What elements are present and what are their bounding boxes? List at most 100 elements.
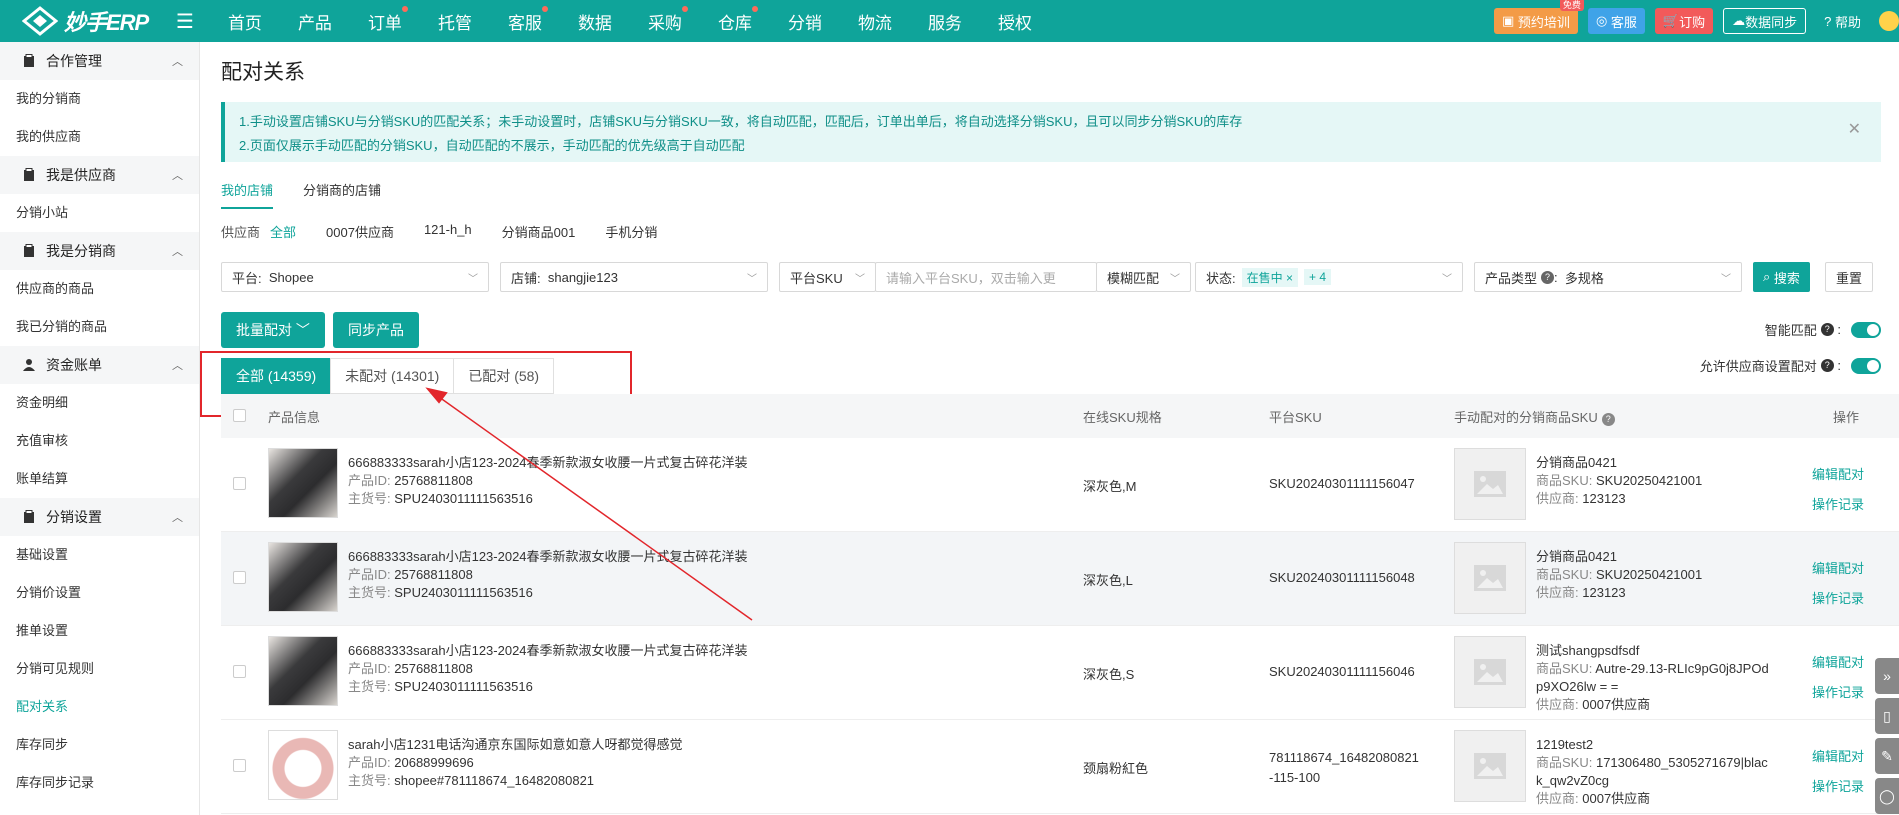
sidebar-item-my-suppliers[interactable]: 我的供应商: [16, 118, 108, 156]
training-button[interactable]: ▣ 预约培训 免费: [1494, 0, 1584, 34]
nav-home[interactable]: 首页: [228, 9, 262, 34]
product-thumbnail[interactable]: [268, 448, 338, 518]
tab-distributor-stores[interactable]: 分销商的店铺: [303, 180, 381, 209]
edit-pair-link[interactable]: 编辑配对: [1812, 554, 1864, 584]
nav-order[interactable]: 订单: [368, 5, 408, 34]
sidebar-item-bill-settlement[interactable]: 账单结算: [16, 460, 108, 498]
supplier-option-all[interactable]: 全部: [270, 222, 296, 241]
supplier-option[interactable]: 0007供应商: [326, 222, 394, 241]
batch-pair-label: 批量配对: [236, 322, 292, 338]
nav-data[interactable]: 数据: [578, 9, 612, 34]
sidebar-item-basic-settings[interactable]: 基础设置: [16, 536, 108, 574]
sidebar-item-fund-details[interactable]: 资金明细: [16, 384, 108, 422]
sidebar-section-cooperation[interactable]: 合作管理 ︿: [0, 42, 199, 80]
sidebar-section-funds[interactable]: 资金账单 ︿: [0, 346, 199, 384]
status-more-tag: + 4: [1304, 269, 1332, 285]
row-checkbox[interactable]: [233, 571, 246, 584]
main-sku-label: 主货号:: [348, 491, 391, 506]
operation-log-link[interactable]: 操作记录: [1812, 490, 1864, 520]
customer-service-button[interactable]: ◎ 客服: [1587, 8, 1645, 34]
hamburger-menu-icon[interactable]: ☰: [176, 9, 194, 34]
row-checkbox[interactable]: [233, 665, 246, 678]
edit-pair-link[interactable]: 编辑配对: [1812, 648, 1864, 678]
row-checkbox[interactable]: [233, 759, 246, 772]
nav-customer-service[interactable]: 客服: [508, 5, 548, 34]
sync-products-button[interactable]: 同步产品: [333, 312, 419, 348]
operation-log-link[interactable]: 操作记录: [1812, 678, 1864, 708]
operation-log-link[interactable]: 操作记录: [1812, 584, 1864, 614]
edit-pair-link[interactable]: 编辑配对: [1812, 460, 1864, 490]
supplier-option[interactable]: 121-h_h: [424, 222, 472, 241]
supplier-option[interactable]: 分销商品001: [502, 222, 576, 241]
nav-hosting[interactable]: 托管: [438, 9, 472, 34]
product-thumbnail[interactable]: [268, 730, 338, 800]
edit-pair-link[interactable]: 编辑配对: [1812, 742, 1864, 772]
supplier-option[interactable]: 手机分销: [605, 222, 657, 241]
col-actions: 操作: [1833, 409, 1860, 425]
notice-line-2: 2.页面仅展示手动匹配的分销SKU，自动匹配的不展示，手动匹配的优先级高于自动匹…: [239, 138, 745, 153]
product-type-select[interactable]: 产品类型?: 多规格 ﹀: [1474, 262, 1742, 292]
collapse-icon[interactable]: »: [1875, 658, 1899, 694]
sidebar-section-supplier[interactable]: 我是供应商 ︿: [0, 156, 199, 194]
sidebar-section-distributor[interactable]: 我是分销商 ︿: [0, 232, 199, 270]
sidebar-item-visibility-rules[interactable]: 分销可见规则: [16, 650, 108, 688]
product-thumbnail[interactable]: [268, 636, 338, 706]
product-id-label: 产品ID:: [348, 661, 391, 676]
nav-purchase[interactable]: 采购: [648, 5, 688, 34]
product-name[interactable]: sarah小店1231电话沟通京东国际如意如意人呀都觉得感觉: [348, 736, 682, 754]
sidebar-item-my-distributors[interactable]: 我的分销商: [16, 80, 108, 118]
store-select[interactable]: 店铺: shangjie123 ﹀: [500, 262, 768, 292]
batch-pair-button[interactable]: 批量配对 ﹀: [221, 312, 325, 348]
product-thumbnail[interactable]: [268, 542, 338, 612]
nav-product[interactable]: 产品: [298, 9, 332, 34]
smart-match-toggle[interactable]: [1851, 321, 1881, 338]
feedback-icon[interactable]: ✎: [1875, 738, 1899, 774]
sku-spec: 颈扇粉紅色: [1083, 761, 1149, 776]
sidebar-item-my-distributed-products[interactable]: 我已分销的商品: [16, 308, 196, 346]
tab-my-stores[interactable]: 我的店铺: [221, 180, 274, 209]
match-mode-select[interactable]: 模糊匹配 ﹀: [1096, 262, 1191, 292]
product-name[interactable]: 666883333sarah小店123-2024春季新款淑女收腰一片式复古碎花洋…: [348, 642, 748, 660]
filter-bar: 平台: Shopee ﹀ 店铺: shangjie123 ﹀ 平台SKU ﹀ 请…: [221, 262, 1881, 292]
tag-close-icon[interactable]: ×: [1286, 271, 1293, 285]
sidebar-item-push-settings[interactable]: 推单设置: [16, 612, 108, 650]
product-name[interactable]: 666883333sarah小店123-2024春季新款淑女收腰一片式复古碎花洋…: [348, 454, 748, 472]
reset-button[interactable]: 重置: [1825, 262, 1874, 292]
sidebar-item-distribution-station[interactable]: 分销小站: [16, 194, 108, 232]
subscribe-button[interactable]: 🛒 订购: [1654, 8, 1714, 34]
help-button[interactable]: ? 帮助: [1816, 8, 1869, 34]
phone-icon[interactable]: ▯: [1875, 698, 1899, 734]
sku-type-select[interactable]: 平台SKU ﹀: [779, 262, 876, 292]
nav-authorize[interactable]: 授权: [998, 9, 1032, 34]
logo[interactable]: 妙手ERP: [0, 5, 200, 37]
sidebar-item-price-settings[interactable]: 分销价设置: [16, 574, 108, 612]
nav-logistics[interactable]: 物流: [858, 9, 892, 34]
search-button[interactable]: ⌕ 搜索: [1753, 262, 1810, 292]
product-info: 666883333sarah小店123-2024春季新款淑女收腰一片式复古碎花洋…: [348, 454, 748, 508]
sidebar-item-stock-sync[interactable]: 库存同步: [16, 726, 108, 764]
sidebar-item-supplier-products[interactable]: 供应商的商品: [16, 270, 196, 308]
product-name[interactable]: 666883333sarah小店123-2024春季新款淑女收腰一片式复古碎花洋…: [348, 548, 748, 566]
nav-distribution[interactable]: 分销: [788, 9, 822, 34]
supplier-label: 供应商:: [1536, 791, 1579, 806]
select-all-checkbox[interactable]: [233, 409, 246, 422]
sidebar-item-pairing[interactable]: 配对关系: [16, 688, 108, 726]
calendar-icon: ▣: [1502, 13, 1518, 28]
row-actions: 编辑配对 操作记录: [1812, 742, 1864, 802]
row-checkbox[interactable]: [233, 477, 246, 490]
data-sync-button[interactable]: ☁ 数据同步: [1723, 8, 1807, 34]
sidebar-section-distribution-settings[interactable]: 分销设置 ︿: [0, 498, 199, 536]
allow-supplier-toggle[interactable]: [1851, 357, 1881, 374]
sidebar-item-stock-sync-log[interactable]: 库存同步记录: [16, 764, 196, 802]
close-icon[interactable]: ✕: [1848, 118, 1861, 142]
platform-select[interactable]: 平台: Shopee ﹀: [221, 262, 489, 292]
status-select[interactable]: 状态: 在售中 × + 4 ﹀: [1195, 262, 1463, 292]
nav-warehouse[interactable]: 仓库: [718, 5, 758, 34]
nav-service[interactable]: 服务: [928, 9, 962, 34]
sku-search-input[interactable]: 请输入平台SKU，双击输入更: [875, 262, 1097, 292]
operation-log-link[interactable]: 操作记录: [1812, 772, 1864, 802]
avatar[interactable]: [1879, 11, 1899, 31]
support-icon[interactable]: ◯: [1875, 778, 1899, 814]
status-tag[interactable]: 在售中 ×: [1241, 267, 1298, 287]
sidebar-item-recharge-review[interactable]: 充值审核: [16, 422, 108, 460]
